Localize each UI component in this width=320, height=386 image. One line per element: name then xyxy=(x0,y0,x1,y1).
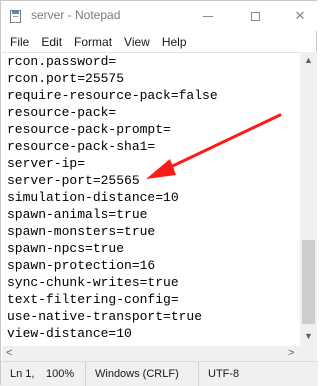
text-line[interactable]: spawn-npcs=true xyxy=(7,241,124,257)
minimize-button[interactable] xyxy=(188,1,228,31)
text-line[interactable]: spawn-protection=16 xyxy=(7,258,155,274)
status-divider xyxy=(198,362,199,386)
title-bar[interactable]: server - Notepad ✕ xyxy=(1,1,318,31)
menu-help[interactable]: Help xyxy=(156,35,193,49)
text-line[interactable]: resource-pack-sha1= xyxy=(7,139,155,155)
zoom-level: 100% xyxy=(46,368,75,380)
close-icon: ✕ xyxy=(294,8,306,23)
text-line[interactable]: text-filtering-config= xyxy=(7,292,179,308)
text-line[interactable]: spawn-animals=true xyxy=(7,207,147,223)
text-line[interactable]: sync-chunk-writes=true xyxy=(7,275,179,291)
status-divider xyxy=(85,362,86,386)
scrollbar-corner xyxy=(300,346,317,361)
text-line[interactable]: require-resource-pack=false xyxy=(7,88,218,104)
text-line[interactable]: server-ip= xyxy=(7,156,85,172)
menu-format[interactable]: Format xyxy=(68,35,118,49)
text-line[interactable]: resource-pack-prompt= xyxy=(7,122,171,138)
notepad-window: server - Notepad ✕ File Edit Format View… xyxy=(0,0,318,386)
server-port-line[interactable]: server-port=25565 xyxy=(7,173,140,189)
line-endings: Windows (CRLF) xyxy=(95,368,179,380)
minimize-icon xyxy=(203,15,213,17)
maximize-icon xyxy=(250,11,260,21)
notepad-icon xyxy=(10,10,21,23)
text-line[interactable]: use-native-transport=true xyxy=(7,309,202,325)
horizontal-scrollbar[interactable]: < > xyxy=(2,346,300,361)
scroll-down-icon[interactable]: ▼ xyxy=(300,332,317,341)
scroll-right-icon[interactable]: > xyxy=(288,348,294,359)
vertical-scroll-thumb[interactable] xyxy=(302,240,315,324)
window-title: server - Notepad xyxy=(31,8,121,22)
scroll-left-icon[interactable]: < xyxy=(6,348,12,359)
text-line[interactable]: resource-pack= xyxy=(7,105,116,121)
scroll-up-icon[interactable]: ▲ xyxy=(300,56,317,65)
menu-edit[interactable]: Edit xyxy=(35,35,68,49)
menu-bar: File Edit Format View Help xyxy=(1,32,318,52)
text-editor[interactable]: rcon.password= rcon.port=25575 require-r… xyxy=(2,52,300,347)
text-line[interactable]: view-distance=10 xyxy=(7,326,132,342)
menu-file[interactable]: File xyxy=(1,35,35,49)
menu-view[interactable]: View xyxy=(118,35,156,49)
text-line[interactable]: simulation-distance=10 xyxy=(7,190,179,206)
vertical-scrollbar[interactable]: ▲ ▼ xyxy=(300,52,317,346)
text-line[interactable]: rcon.port=25575 xyxy=(7,71,124,87)
text-line[interactable]: spawn-monsters=true xyxy=(7,224,155,240)
text-line[interactable]: rcon.password= xyxy=(7,54,116,70)
cursor-position: Ln 1, xyxy=(10,368,35,380)
close-button[interactable]: ✕ xyxy=(280,1,320,31)
maximize-button[interactable] xyxy=(235,1,275,31)
status-bar: Ln 1, 100% Windows (CRLF) UTF-8 xyxy=(1,361,318,386)
encoding: UTF-8 xyxy=(208,368,240,380)
